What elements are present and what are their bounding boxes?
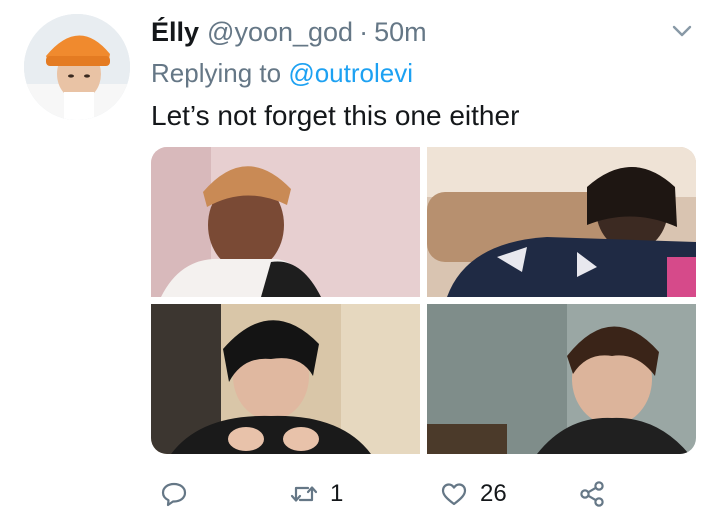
share-button[interactable] [578,476,606,512]
media-image-4[interactable] [427,304,696,454]
replying-to: Replying to @outrolevi [151,56,413,90]
media-grid [151,147,696,454]
photo-man-looking [427,304,696,454]
like-button[interactable]: 26 [440,476,507,512]
photo-crying-woman [151,147,420,297]
reply-button[interactable] [160,476,200,512]
heart-icon [441,483,467,506]
share-icon [580,481,604,507]
timestamp[interactable]: 50m [374,14,427,50]
retweet-count: 1 [330,480,344,507]
tweet: Élly @yoon_god · 50m Replying to @outrol… [0,0,718,514]
media-image-3[interactable] [151,304,420,454]
photo-woman-on-couch [427,147,696,297]
reply-icon [161,482,187,507]
retweet-button[interactable]: 1 [290,476,343,512]
tweet-text: Let’s not forget this one either [151,100,520,131]
avatar[interactable] [24,14,130,120]
user-handle[interactable]: @yoon_god [207,14,353,50]
photo-man-gesturing [151,304,420,454]
chevron-down-icon[interactable] [670,22,694,40]
retweet-icon [290,486,318,502]
media-image-2[interactable] [427,147,696,297]
replying-to-link[interactable]: @outrolevi [288,58,413,88]
display-name[interactable]: Élly [151,14,199,50]
tweet-header: Élly @yoon_god · 50m [151,14,427,50]
separator-dot: · [359,17,369,47]
tweet-actions: 1 26 [0,476,718,512]
replying-to-label: Replying to [151,58,282,88]
like-count: 26 [480,480,507,507]
avatar-image [24,14,130,120]
media-image-1[interactable] [151,147,420,297]
